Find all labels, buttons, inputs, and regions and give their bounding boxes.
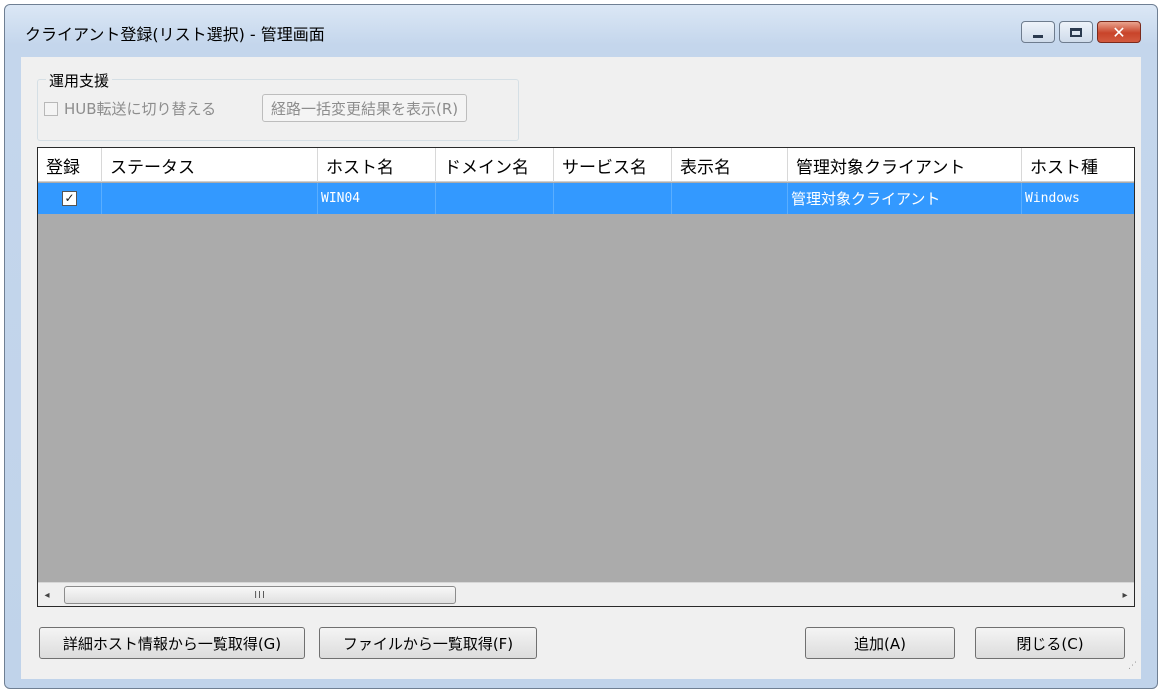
cell-domain (436, 183, 554, 214)
cell-status (102, 183, 318, 214)
grid-header: 登録 ステータス ホスト名 ドメイン名 サービス名 表示名 管理対象クライアント… (38, 148, 1134, 182)
col-header-display[interactable]: 表示名 (672, 148, 788, 182)
col-header-status[interactable]: ステータス (102, 148, 318, 182)
hub-transfer-label: HUB転送に切り替える (64, 100, 217, 118)
col-header-managed-client[interactable]: 管理対象クライアント (788, 148, 1022, 182)
scroll-left-icon[interactable]: ◂ (38, 583, 56, 606)
window-title: クライアント登録(リスト選択) - 管理画面 (25, 25, 325, 44)
hub-transfer-checkbox[interactable]: HUB転送に切り替える (44, 98, 216, 119)
dialog-client-area: 運用支援 HUB転送に切り替える 経路一括変更結果を表示(R) 登録 ステータス… (21, 57, 1141, 679)
col-header-domain[interactable]: ドメイン名 (436, 148, 554, 182)
col-header-service[interactable]: サービス名 (554, 148, 672, 182)
cell-host: WIN04 (318, 183, 436, 214)
table-row[interactable]: ✓ WIN04 管理対象クライアント Windows (38, 183, 1134, 214)
resize-grip-icon[interactable]: ⋰ (1125, 662, 1137, 675)
ops-support-group: 運用支援 HUB転送に切り替える 経路一括変更結果を表示(R) (37, 70, 519, 141)
cell-registered[interactable]: ✓ (38, 183, 102, 214)
get-list-from-file-button[interactable]: ファイルから一覧取得(F) (319, 627, 537, 659)
scroll-grip-icon: III (254, 589, 266, 601)
client-list-grid[interactable]: 登録 ステータス ホスト名 ドメイン名 サービス名 表示名 管理対象クライアント… (37, 147, 1135, 607)
close-window-button[interactable]: ✕ (1097, 21, 1141, 43)
close-button[interactable]: 閉じる(C) (975, 627, 1125, 659)
scroll-thumb[interactable]: III (64, 586, 456, 604)
cell-managed-client: 管理対象クライアント (788, 183, 1022, 214)
add-button[interactable]: 追加(A) (805, 627, 955, 659)
col-header-registered[interactable]: 登録 (38, 148, 102, 182)
cell-display (672, 183, 788, 214)
maximize-icon (1070, 27, 1082, 37)
cell-service (554, 183, 672, 214)
minimize-icon (1033, 34, 1043, 38)
get-list-from-host-details-button[interactable]: 詳細ホスト情報から一覧取得(G) (39, 627, 305, 659)
horizontal-scrollbar[interactable]: ◂ III ▸ (38, 582, 1134, 606)
col-header-host-type[interactable]: ホスト種 (1022, 148, 1134, 182)
caption-buttons: ✕ (1021, 21, 1141, 43)
maximize-button[interactable] (1059, 21, 1093, 43)
cell-host-type: Windows (1022, 183, 1134, 214)
title-bar[interactable]: クライアント登録(リスト選択) - 管理画面 ✕ (5, 5, 1157, 57)
dialog-window: クライアント登録(リスト選択) - 管理画面 ✕ 運用支援 HUB転送に切り替え… (4, 4, 1158, 689)
group-title: 運用支援 (46, 70, 113, 91)
close-icon: ✕ (1112, 22, 1126, 42)
route-change-result-button[interactable]: 経路一括変更結果を表示(R) (262, 94, 468, 122)
checkbox-icon (44, 101, 58, 116)
registered-checkbox[interactable]: ✓ (62, 191, 77, 206)
col-header-host[interactable]: ホスト名 (318, 148, 436, 182)
minimize-button[interactable] (1021, 21, 1055, 43)
scroll-right-icon[interactable]: ▸ (1116, 583, 1134, 606)
